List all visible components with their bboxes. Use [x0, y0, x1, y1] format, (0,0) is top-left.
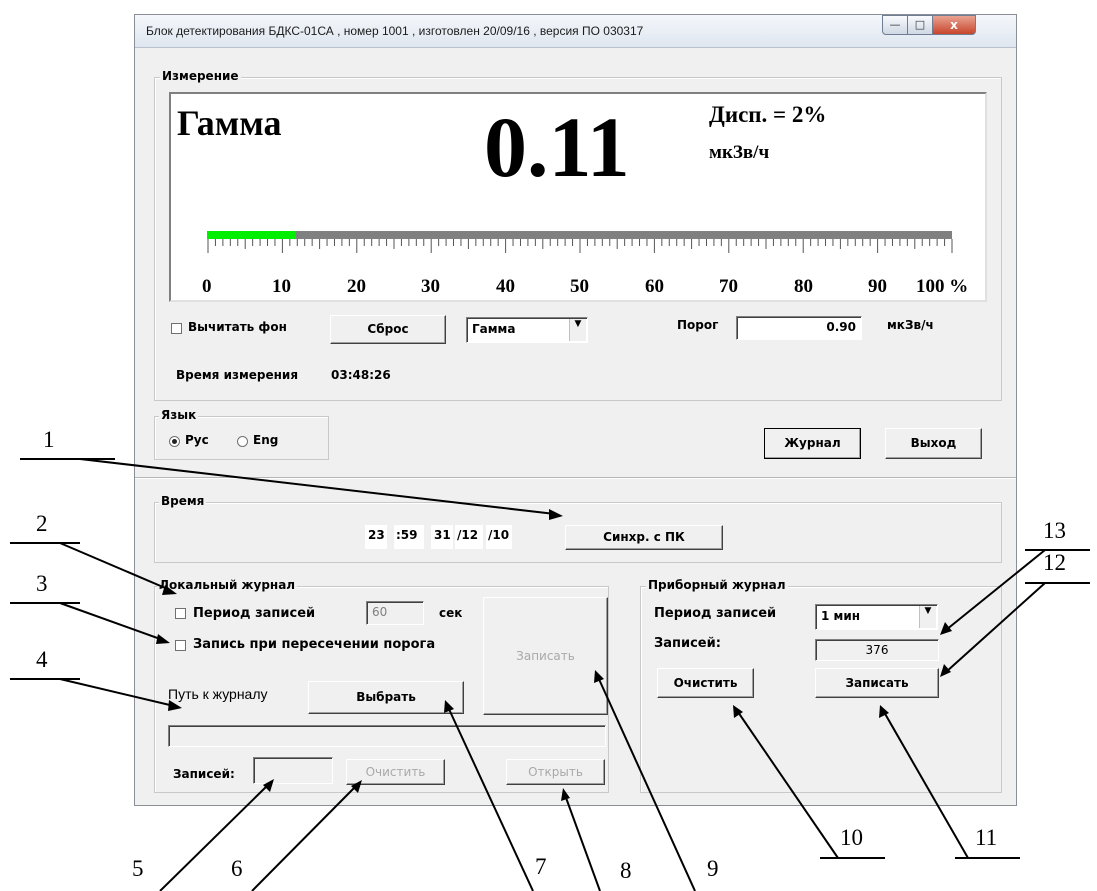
chevron-down-icon[interactable]: ▼	[569, 319, 586, 341]
measurement-time-value: 03:48:26	[331, 368, 391, 382]
scale-label: 100 %	[916, 276, 969, 297]
scale-label: 50	[570, 276, 589, 297]
device-period-label: Период записей	[654, 606, 777, 621]
scale-label: 70	[719, 276, 738, 297]
local-records-label: Записей:	[173, 767, 235, 781]
mode-select[interactable]: Гамма ▼	[466, 317, 588, 343]
dose-rate-unit: мкЗв/ч	[709, 142, 770, 163]
radio-rus-label: Рус	[185, 433, 209, 447]
reading-display: Гамма 0.11 Дисп. = 2% мкЗв/ч 0 10 20 30 …	[169, 92, 987, 302]
subtract-background-checkbox[interactable]	[171, 323, 182, 334]
device-write-button[interactable]: Записать	[815, 668, 939, 698]
scale-label: 0	[202, 276, 212, 297]
callout-number: 7	[535, 854, 547, 879]
local-write-button[interactable]: Записать	[483, 597, 608, 715]
measurement-legend: Измерение	[160, 69, 241, 83]
open-journal-button[interactable]: Открыть	[506, 759, 605, 785]
callout-number: 3	[36, 571, 48, 596]
month-field[interactable]: /12	[455, 525, 483, 549]
journal-path-field[interactable]	[168, 725, 606, 747]
local-period-value: 60	[372, 605, 388, 619]
local-period-checkbox[interactable]	[175, 608, 186, 619]
device-journal-legend: Приборный журнал	[646, 578, 788, 592]
chevron-down-icon[interactable]: ▼	[919, 606, 936, 628]
local-records-field	[253, 757, 333, 784]
window-title: Блок детектирования БДКС-01СА , номер 10…	[146, 24, 644, 38]
close-icon[interactable]: x	[932, 15, 976, 35]
language-group: Язык Рус Eng	[154, 408, 329, 460]
threshold-label: Порог	[677, 318, 719, 332]
hours-value: 23	[368, 528, 385, 542]
threshold-record-label: Запись при пересечении порога	[193, 637, 436, 652]
threshold-input[interactable]: 0.90	[736, 316, 862, 340]
reset-button[interactable]: Сброс	[330, 315, 446, 344]
mode-title: Гамма	[177, 103, 282, 143]
dispersion-text: Дисп. = 2%	[709, 102, 827, 127]
subtract-background-label: Вычитать фон	[188, 320, 287, 334]
level-bar-track	[207, 231, 952, 239]
device-clear-button[interactable]: Очистить	[657, 668, 754, 698]
scale-label: 80	[794, 276, 813, 297]
minutes-value: :59	[396, 528, 418, 542]
callout-number: 5	[132, 856, 144, 881]
hours-field[interactable]: 23	[365, 525, 387, 549]
choose-path-button[interactable]: Выбрать	[308, 681, 464, 714]
scale-label: 40	[496, 276, 515, 297]
callout-number: 2	[36, 511, 48, 536]
journal-path-label: Путь к журналу	[168, 686, 268, 702]
local-period-unit: сек	[439, 606, 463, 620]
month-value: /12	[457, 528, 479, 542]
sync-with-pc-button[interactable]: Синхр. с ПК	[565, 525, 723, 550]
callout-number: 12	[1043, 550, 1066, 575]
threshold-unit: мкЗв/ч	[887, 318, 934, 332]
separator	[135, 477, 1016, 479]
callout-number: 10	[840, 825, 863, 850]
radio-rus[interactable]	[169, 436, 180, 447]
title-bar[interactable]: Блок детектирования БДКС-01СА , номер 10…	[135, 15, 1016, 48]
local-journal-legend: Локальный журнал	[157, 578, 298, 592]
callout-number: 8	[620, 858, 632, 883]
callout-number: 6	[231, 856, 243, 881]
exit-button[interactable]: Выход	[885, 428, 982, 459]
scale-label: 30	[421, 276, 440, 297]
level-bar-background	[207, 231, 952, 239]
callout-number: 11	[975, 825, 998, 850]
journal-button[interactable]: Журнал	[764, 428, 861, 459]
local-period-label: Период записей	[193, 606, 316, 621]
device-records-value: 376	[865, 643, 889, 657]
device-records-label: Записей:	[654, 636, 721, 651]
day-field[interactable]: 31	[431, 525, 453, 549]
local-period-input[interactable]: 60	[366, 601, 424, 625]
scale-label: 60	[645, 276, 664, 297]
maximize-icon[interactable]: □	[907, 15, 933, 35]
scale-label: 90	[868, 276, 887, 297]
day-value: 31	[434, 528, 451, 542]
dose-rate-value: 0.11	[484, 99, 630, 195]
scale-label: 10	[272, 276, 291, 297]
level-scale-ticks	[207, 239, 953, 253]
callout-number: 13	[1043, 518, 1066, 543]
year-field[interactable]: /10	[486, 525, 512, 549]
scale-label: 20	[347, 276, 366, 297]
threshold-record-checkbox[interactable]	[175, 640, 186, 651]
measurement-time-label: Время измерения	[176, 368, 299, 382]
radio-eng-label: Eng	[253, 433, 279, 447]
level-bar-fill	[207, 231, 297, 239]
mode-select-value: Гамма	[472, 322, 516, 336]
app-window: Блок детектирования БДКС-01СА , номер 10…	[134, 14, 1017, 806]
time-legend: Время	[159, 494, 207, 508]
callout-number: 4	[36, 647, 48, 672]
language-legend: Язык	[159, 408, 199, 422]
minimize-icon[interactable]: —	[882, 15, 908, 35]
radio-eng[interactable]	[237, 436, 248, 447]
callout-number: 1	[43, 427, 55, 452]
year-value: /10	[488, 528, 510, 542]
minutes-field[interactable]: :59	[394, 525, 424, 549]
device-period-select[interactable]: 1 мин ▼	[815, 604, 938, 630]
local-clear-button[interactable]: Очистить	[346, 759, 445, 785]
device-period-value: 1 мин	[821, 609, 861, 623]
threshold-value: 0.90	[826, 320, 856, 334]
callout-number: 9	[707, 856, 719, 881]
device-records-field: 376	[815, 639, 939, 661]
